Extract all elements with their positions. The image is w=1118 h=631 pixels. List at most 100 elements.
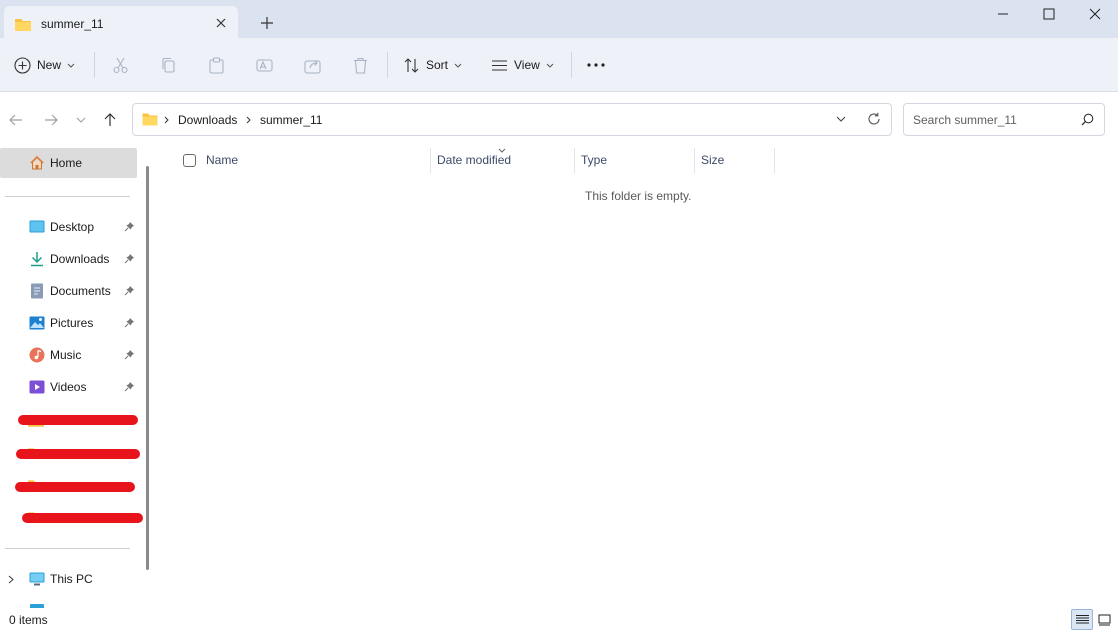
- search-input[interactable]: Search summer_11: [903, 103, 1105, 136]
- recent-locations-button[interactable]: [70, 109, 92, 131]
- copy-button[interactable]: [160, 50, 177, 80]
- column-header-type[interactable]: Type: [581, 153, 607, 167]
- sidebar-item-pictures[interactable]: Pictures: [0, 308, 140, 338]
- sort-label: Sort: [426, 58, 449, 72]
- details-view-button[interactable]: [1071, 609, 1093, 630]
- arrow-up-icon: [104, 113, 116, 126]
- sidebar-item-redacted-folder[interactable]: [0, 404, 140, 434]
- column-header-name[interactable]: Name: [206, 153, 238, 167]
- cut-button[interactable]: [112, 50, 129, 80]
- tab-summer-11[interactable]: summer_11: [4, 6, 238, 42]
- pin-icon: [124, 318, 134, 328]
- sidebar-divider: [5, 548, 130, 549]
- videos-icon: [29, 380, 45, 394]
- sidebar-item-downloads[interactable]: Downloads: [0, 244, 140, 274]
- maximize-button[interactable]: [1026, 0, 1072, 28]
- toolbar-separator: [94, 52, 95, 78]
- sidebar-item-label: Desktop: [50, 220, 95, 234]
- sidebar-item-this-pc[interactable]: This PC: [0, 564, 140, 594]
- cut-icon: [113, 57, 128, 73]
- plus-icon: [261, 17, 273, 29]
- folder-icon: [142, 113, 158, 126]
- tiles-view-button[interactable]: [1093, 609, 1115, 630]
- redaction-mark: [18, 415, 138, 425]
- back-button[interactable]: [5, 109, 27, 131]
- sidebar-item-label: This PC: [50, 572, 93, 586]
- column-separator[interactable]: [574, 148, 575, 174]
- rename-button[interactable]: [256, 50, 273, 80]
- command-bar: New Sort View: [0, 38, 1118, 92]
- chevron-down-icon: [454, 63, 462, 68]
- minimize-icon: [998, 13, 1008, 15]
- sidebar-item-redacted-folder[interactable]: [0, 500, 143, 530]
- more-options-button[interactable]: [586, 50, 606, 80]
- view-label: View: [514, 58, 540, 72]
- file-list: Name Date modified Type Size This folder…: [155, 146, 1118, 608]
- breadcrumb-summer-11[interactable]: summer_11: [260, 113, 322, 127]
- forward-button[interactable]: [40, 109, 62, 131]
- pictures-icon: [29, 316, 45, 330]
- breadcrumb-downloads[interactable]: Downloads: [178, 113, 237, 127]
- maximize-icon: [1043, 8, 1055, 20]
- sidebar-item-desktop[interactable]: Desktop: [0, 212, 140, 242]
- view-button[interactable]: View: [491, 50, 554, 80]
- toolbar-separator: [387, 52, 388, 78]
- column-header-date-modified[interactable]: Date modified: [437, 153, 511, 167]
- computer-icon: [29, 572, 45, 586]
- details-view-icon: [1075, 615, 1089, 624]
- close-window-button[interactable]: [1072, 0, 1118, 28]
- sidebar-item-network-partial[interactable]: [0, 598, 140, 608]
- share-button[interactable]: [304, 50, 321, 80]
- arrow-right-icon: [45, 114, 58, 126]
- rename-icon: [256, 58, 273, 72]
- search-placeholder: Search summer_11: [913, 113, 1017, 127]
- empty-folder-message: This folder is empty.: [585, 189, 692, 203]
- column-separator[interactable]: [774, 148, 775, 174]
- paste-button[interactable]: [208, 50, 225, 80]
- tiles-view-icon: [1098, 614, 1110, 625]
- redaction-mark: [16, 449, 140, 459]
- sidebar-item-videos[interactable]: Videos: [0, 372, 140, 402]
- sort-button[interactable]: Sort: [403, 50, 462, 80]
- sidebar-item-home[interactable]: Home: [0, 148, 137, 178]
- folder-icon: [15, 18, 31, 31]
- chevron-down-icon[interactable]: [836, 116, 846, 122]
- sidebar-item-label: Downloads: [50, 252, 110, 266]
- chevron-down-icon: [67, 63, 75, 68]
- close-icon: [1089, 8, 1101, 20]
- sidebar-item-documents[interactable]: Documents: [0, 276, 140, 306]
- pin-icon: [124, 350, 134, 360]
- close-tab-icon[interactable]: [212, 14, 230, 32]
- up-button[interactable]: [99, 109, 121, 131]
- column-separator[interactable]: [430, 148, 431, 174]
- new-button[interactable]: New: [14, 50, 75, 80]
- search-icon: [1081, 113, 1094, 126]
- refresh-icon[interactable]: [867, 112, 881, 126]
- arrow-left-icon: [9, 114, 22, 126]
- address-bar[interactable]: Downloads summer_11: [132, 103, 892, 136]
- column-header-size[interactable]: Size: [701, 153, 724, 167]
- add-circle-icon: [14, 56, 31, 74]
- pin-icon: [124, 286, 134, 296]
- minimize-button[interactable]: [980, 0, 1026, 28]
- documents-icon: [31, 283, 43, 299]
- download-icon: [31, 252, 43, 267]
- sidebar-item-label: Videos: [50, 380, 87, 394]
- sidebar-scrollbar[interactable]: [146, 166, 149, 570]
- sidebar-item-redacted-folder[interactable]: [0, 468, 140, 498]
- redaction-mark: [22, 513, 143, 523]
- trash-icon: [354, 57, 367, 74]
- sidebar-item-redacted-folder[interactable]: [0, 436, 140, 466]
- column-separator[interactable]: [694, 148, 695, 174]
- new-tab-button[interactable]: [256, 12, 278, 34]
- address-row: Downloads summer_11 Search summer_11: [0, 93, 1118, 146]
- chevron-right-icon[interactable]: [8, 575, 14, 584]
- select-all-checkbox[interactable]: [183, 154, 196, 167]
- paste-icon: [209, 56, 224, 74]
- sidebar-item-label: Home: [50, 156, 83, 170]
- delete-button[interactable]: [352, 50, 369, 80]
- home-icon: [30, 155, 44, 170]
- pin-icon: [124, 382, 134, 392]
- sidebar-item-music[interactable]: Music: [0, 340, 140, 370]
- sidebar-item-label: Pictures: [50, 316, 94, 330]
